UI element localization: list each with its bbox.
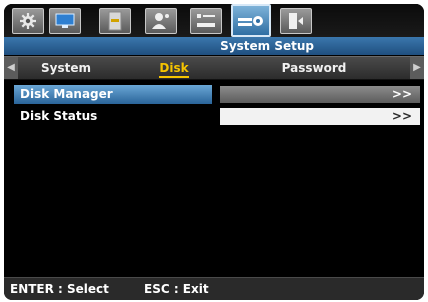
- tab-system[interactable]: System: [24, 57, 108, 79]
- menu-item-label: Disk Status: [20, 109, 98, 123]
- tab-right-arrow-icon[interactable]: ▶: [410, 57, 424, 79]
- network-icon[interactable]: [190, 8, 222, 34]
- record-hdd-icon[interactable]: [99, 8, 131, 34]
- page-title: System Setup: [4, 37, 424, 55]
- system-setup-icon[interactable]: [231, 4, 271, 37]
- user-icon[interactable]: [145, 8, 177, 34]
- menu-item-enter-arrow[interactable]: >>: [220, 86, 420, 103]
- menu-item-enter-arrow[interactable]: >>: [220, 108, 420, 125]
- exit-door-icon[interactable]: [280, 8, 312, 34]
- menu-item-disk-manager[interactable]: Disk Manager >>: [14, 85, 420, 104]
- menu-item-label: Disk Manager: [14, 85, 212, 104]
- settings-gear-icon[interactable]: [12, 8, 44, 34]
- top-icon-bar: [4, 4, 424, 37]
- tab-bar: ◀ System Disk Password ▶: [4, 56, 424, 80]
- tab-disk[interactable]: Disk: [144, 57, 204, 79]
- tab-password[interactable]: Password: [254, 57, 374, 79]
- tab-left-arrow-icon[interactable]: ◀: [4, 57, 18, 79]
- footer-enter-hint: ENTER : Select: [10, 282, 109, 296]
- footer-esc-hint: ESC : Exit: [144, 282, 209, 296]
- dvr-screen: System Setup ◀ System Disk Password ▶ Di…: [4, 4, 424, 300]
- display-monitor-icon[interactable]: [49, 8, 81, 34]
- menu-item-disk-status[interactable]: Disk Status >>: [14, 107, 420, 126]
- footer-help-bar: ENTER : Select ESC : Exit: [4, 277, 424, 300]
